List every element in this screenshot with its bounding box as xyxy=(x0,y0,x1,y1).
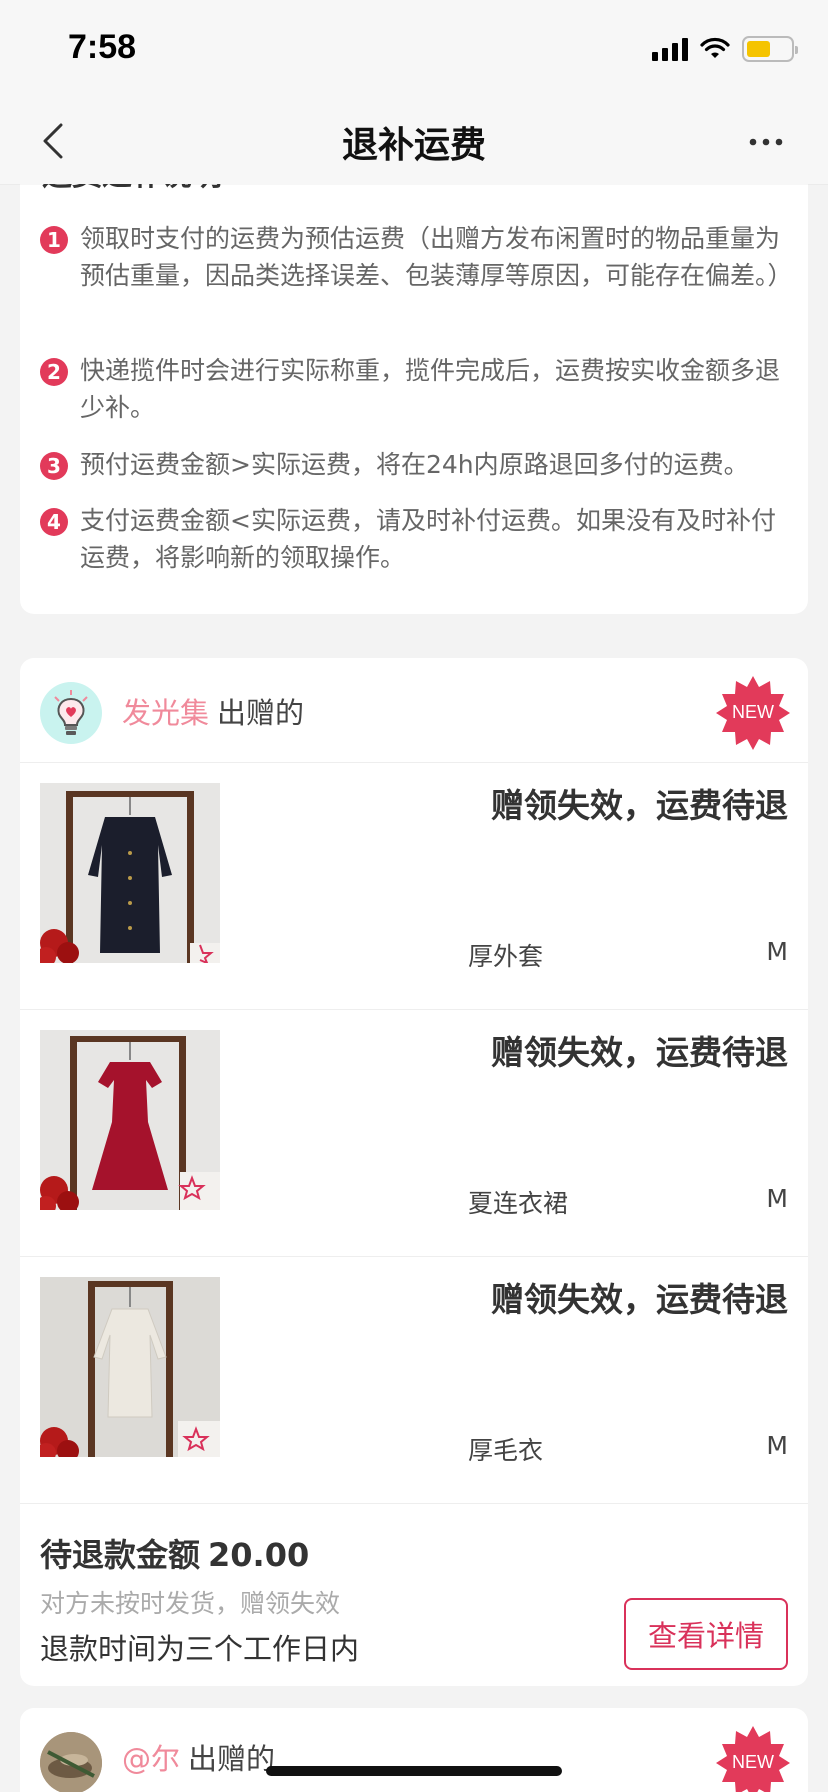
rule-text: 领取时支付的运费为预估运费（出赠方发布闲置时的物品重量为预估重量，因品类选择误差… xyxy=(80,224,793,290)
user-photo-icon xyxy=(40,1732,102,1792)
status-icons xyxy=(652,36,798,62)
rule-text: 快递揽件时会进行实际称重，揽件完成后，运费按实收金额多退少补。 xyxy=(80,356,781,422)
giver-name[interactable]: @尔 xyxy=(122,1742,180,1776)
item-size: M xyxy=(766,1184,788,1213)
order-card[interactable]: @尔 出赠的 NEW xyxy=(20,1708,808,1792)
item-status: 赠领失效，运费待退 xyxy=(491,1033,788,1072)
rule-item: 1 领取时支付的运费为预估运费（出赠方发布闲置时的物品重量为预估重量，因品类选择… xyxy=(40,220,800,294)
order-header: 发光集 出赠的 NEW xyxy=(20,658,808,763)
refund-reason: 对方未按时发货，赠领失效 xyxy=(40,1589,341,1618)
item-thumbnail[interactable] xyxy=(40,783,220,963)
rule-number: 3 xyxy=(40,452,68,480)
item-name: 夏连衣裙 xyxy=(468,1189,569,1218)
home-indicator[interactable] xyxy=(266,1766,562,1776)
avatar[interactable] xyxy=(40,682,102,744)
rule-number: 2 xyxy=(40,358,68,386)
signal-icon xyxy=(652,37,688,61)
item-name: 厚毛衣 xyxy=(468,1436,544,1465)
rule-item: 2 快递揽件时会进行实际称重，揽件完成后，运费按实收金额多退少补。 xyxy=(40,352,800,426)
item-thumbnail[interactable] xyxy=(40,1030,220,1210)
rules-card: 运费退补说明 1 领取时支付的运费为预估运费（出赠方发布闲置时的物品重量为预估重… xyxy=(20,140,808,614)
order-card[interactable]: 发光集 出赠的 NEW 赠领失效，运费待退 厚外套 M 赠领失效，运费待退 夏连… xyxy=(20,658,808,1686)
new-badge-label: NEW xyxy=(732,702,774,722)
item-size: M xyxy=(766,937,788,966)
refund-label: 待退款金额 20.00 xyxy=(40,1530,309,1576)
item-name: 厚外套 xyxy=(468,942,544,971)
list-item[interactable]: 赠领失效，运费待退 厚毛衣 M xyxy=(20,1257,808,1504)
wifi-icon xyxy=(700,37,730,58)
item-thumbnail[interactable] xyxy=(40,1277,220,1457)
list-item[interactable]: 赠领失效，运费待退 夏连衣裙 M xyxy=(20,1010,808,1257)
refund-summary: 待退款金额 20.00 对方未按时发货，赠领失效 退款时间为三个工作日内 查看详情 xyxy=(20,1504,808,1684)
status-bar: 7:58 xyxy=(0,0,828,98)
order-header: @尔 出赠的 NEW xyxy=(20,1708,808,1792)
refund-time: 退款时间为三个工作日内 xyxy=(40,1632,360,1666)
new-badge: NEW xyxy=(716,1726,790,1792)
item-status: 赠领失效，运费待退 xyxy=(491,786,788,825)
rule-number: 4 xyxy=(40,508,68,536)
giver-line: @尔 出赠的 xyxy=(122,1736,275,1778)
list-item[interactable]: 赠领失效，运费待退 厚外套 M xyxy=(20,763,808,1010)
rule-number: 1 xyxy=(40,226,68,254)
more-icon xyxy=(749,138,783,146)
giver-suffix: 出赠的 xyxy=(188,1742,276,1776)
status-time: 7:58 xyxy=(68,28,137,66)
rule-item: 3 预付运费金额>实际运费，将在24h内原路退回多付的运费。 xyxy=(40,446,800,483)
item-size: M xyxy=(766,1431,788,1460)
lightbulb-heart-icon xyxy=(54,690,88,735)
nav-bar: 退补运费 xyxy=(0,98,828,184)
rule-item: 4 支付运费金额<实际运费，请及时补付运费。如果没有及时补付运费，将影响新的领取… xyxy=(40,502,800,576)
rule-text: 支付运费金额<实际运费，请及时补付运费。如果没有及时补付运费，将影响新的领取操作… xyxy=(80,506,776,572)
more-button[interactable] xyxy=(738,120,794,164)
refund-amount: 20.00 xyxy=(208,1536,310,1574)
item-status: 赠领失效，运费待退 xyxy=(491,1280,788,1319)
avatar[interactable] xyxy=(40,1732,102,1792)
battery-icon xyxy=(742,36,798,62)
page-title: 退补运费 xyxy=(341,125,486,166)
giver-suffix: 出赠的 xyxy=(217,696,305,730)
new-badge-label: NEW xyxy=(732,1752,774,1772)
giver-line: 发光集 出赠的 xyxy=(122,690,304,732)
giver-name[interactable]: 发光集 xyxy=(122,696,209,730)
view-details-button[interactable]: 查看详情 xyxy=(624,1598,788,1670)
new-badge: NEW xyxy=(716,676,790,750)
rule-text: 预付运费金额>实际运费，将在24h内原路退回多付的运费。 xyxy=(80,450,749,479)
refund-label-text: 待退款金额 xyxy=(40,1536,201,1574)
